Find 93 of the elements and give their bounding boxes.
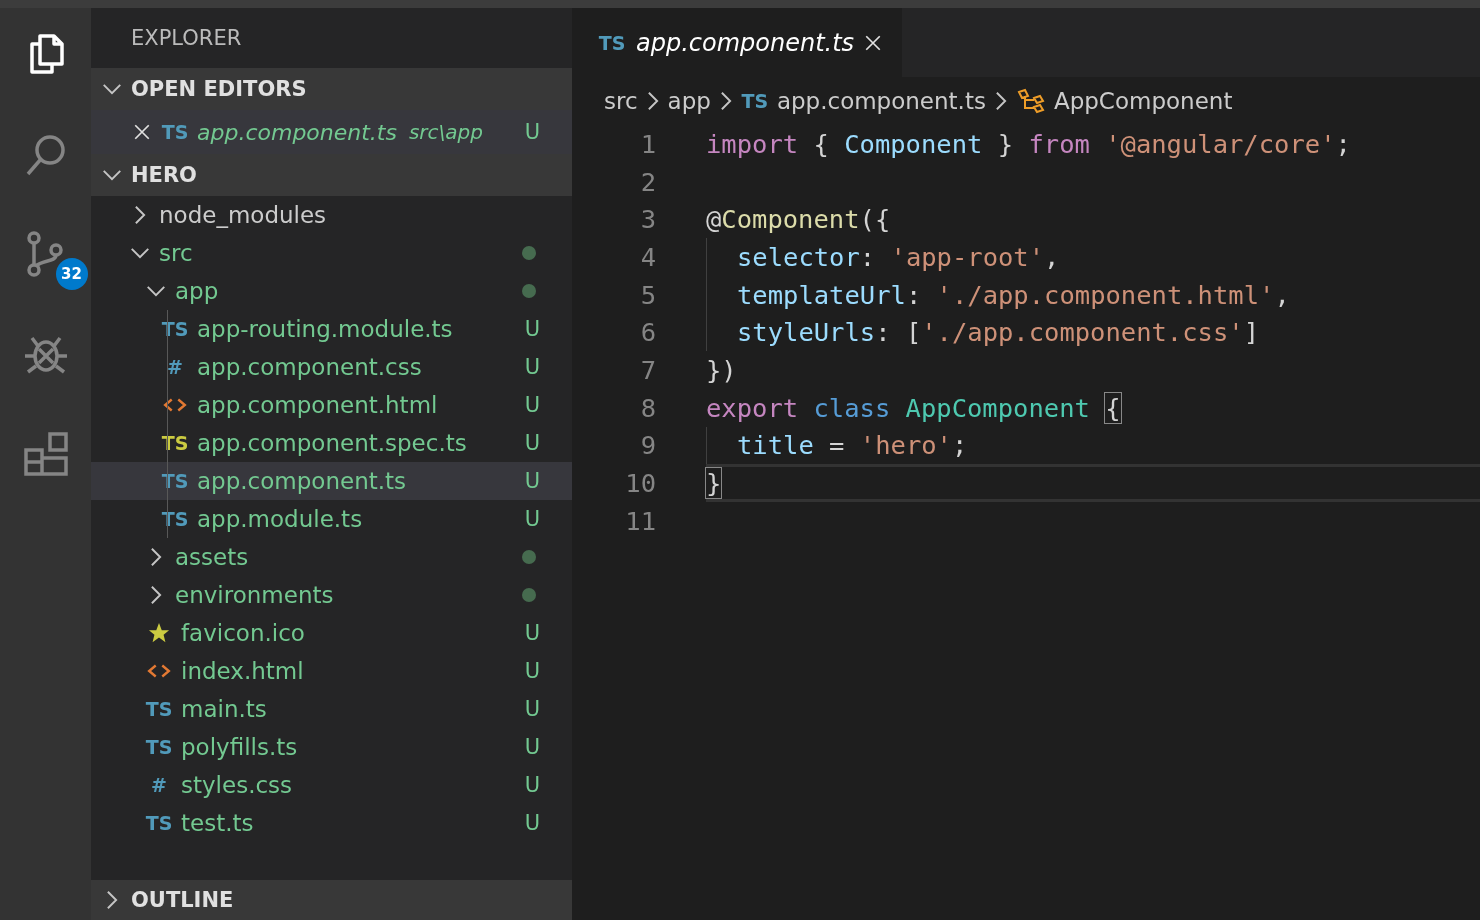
file-name: app.component.ts <box>197 119 397 145</box>
git-status: U <box>524 659 540 683</box>
breadcrumb[interactable]: app.component.ts <box>776 88 986 114</box>
file-name: app.component.html <box>197 392 438 418</box>
ts-icon: TS <box>598 31 626 54</box>
ts-icon: TS <box>145 736 173 758</box>
line-number: 5 <box>639 279 656 310</box>
code-line: }) <box>706 354 737 385</box>
code-line: @Component({ <box>706 204 891 235</box>
chevron-right-icon <box>993 90 1008 112</box>
file-name: app.component.spec.ts <box>197 430 467 456</box>
star-icon <box>147 622 171 644</box>
ts-icon: TS <box>161 121 189 143</box>
file-row[interactable]: # app.component.css U <box>91 348 572 386</box>
folder-row[interactable]: assets <box>91 538 572 576</box>
file-row[interactable]: # styles.css U <box>91 766 572 804</box>
folder-row[interactable]: src <box>91 234 572 272</box>
file-name: main.ts <box>181 696 267 722</box>
file-row[interactable]: index.html U <box>91 652 572 690</box>
sidebar-title: EXPLORER <box>131 26 242 50</box>
chevron-right-icon <box>645 90 660 112</box>
line-number: 1 <box>639 128 656 159</box>
git-status: U <box>524 811 540 835</box>
folder-name: app <box>175 278 219 304</box>
folder-row[interactable]: app <box>91 272 572 310</box>
folder-name: assets <box>175 544 249 570</box>
git-status: U <box>524 621 540 645</box>
class-symbol-icon <box>1015 88 1046 114</box>
git-status: U <box>524 507 540 531</box>
file-name: index.html <box>181 658 304 684</box>
code-line: selector: 'app-root', <box>737 241 1060 272</box>
file-row[interactable]: favicon.ico U <box>91 614 572 652</box>
folder-row[interactable]: node_modules <box>91 196 572 234</box>
file-name: app-routing.module.ts <box>197 316 453 342</box>
file-row[interactable]: TS test.ts U <box>91 804 572 842</box>
git-status: U <box>524 120 540 144</box>
folder-name: node_modules <box>159 202 327 228</box>
folder-row[interactable]: environments <box>91 576 572 614</box>
close-icon[interactable] <box>864 33 883 52</box>
section-title: OUTLINE <box>131 888 234 912</box>
code-line: export class AppComponent { <box>706 392 1121 423</box>
section-title: HERO <box>131 163 197 187</box>
file-name: favicon.ico <box>181 620 305 646</box>
git-status: U <box>524 317 540 341</box>
code-line: } <box>706 468 722 499</box>
git-status: U <box>524 431 540 455</box>
ts-icon: TS <box>145 698 173 720</box>
line-number: 11 <box>624 505 656 536</box>
code-line: templateUrl: './app.component.html', <box>737 279 1290 310</box>
file-row[interactable]: TS main.ts U <box>91 690 572 728</box>
line-number: 9 <box>639 430 656 461</box>
section-title: OPEN EDITORS <box>131 77 307 101</box>
line-number: 4 <box>639 241 656 272</box>
ts-icon: TS <box>145 812 173 834</box>
file-name: test.ts <box>181 810 254 836</box>
file-name: app.module.ts <box>197 506 363 532</box>
chevron-right-icon <box>718 90 733 112</box>
code-line: import { Component } from '@angular/core'; <box>706 128 1351 159</box>
git-status: U <box>524 773 540 797</box>
file-name: styles.css <box>181 772 293 798</box>
folder-name: src <box>159 240 193 266</box>
breadcrumb[interactable]: src <box>604 88 638 114</box>
file-row[interactable]: app.component.html U <box>91 386 572 424</box>
close-icon[interactable] <box>133 123 151 141</box>
git-status: U <box>524 469 540 493</box>
git-status: U <box>524 393 540 417</box>
file-name: app.component.ts <box>197 468 407 494</box>
line-number: 7 <box>639 354 656 385</box>
file-row[interactable]: TS polyfills.ts U <box>91 728 572 766</box>
editor-tab[interactable]: TS app.component.ts <box>572 8 903 77</box>
open-editor-row[interactable]: TS app.component.ts src\app U <box>91 110 572 154</box>
line-number: 3 <box>639 204 656 235</box>
line-number: 8 <box>639 392 656 423</box>
hash-icon: # <box>145 774 173 796</box>
count-badge: 32 <box>55 258 88 290</box>
file-name: polyfills.ts <box>181 734 298 760</box>
section-header[interactable]: OUTLINE <box>91 880 572 920</box>
extensions-icon[interactable] <box>21 430 70 478</box>
hash-icon: # <box>161 356 189 378</box>
file-path: src\app <box>408 120 483 144</box>
breadcrumb[interactable]: AppComponent <box>1053 88 1233 114</box>
ts-icon: TS <box>740 90 769 112</box>
line-number: 6 <box>639 317 656 348</box>
breadcrumb[interactable]: app <box>667 88 711 114</box>
line-number: 10 <box>624 468 656 499</box>
code-line: styleUrls: ['./app.component.css'] <box>737 317 1259 348</box>
file-name: app.component.css <box>197 354 422 380</box>
git-status: U <box>524 697 540 721</box>
line-number: 2 <box>639 166 656 197</box>
code-line: title = 'hero'; <box>737 430 968 461</box>
git-status: U <box>524 735 540 759</box>
git-status: U <box>524 355 540 379</box>
folder-name: environments <box>175 582 334 608</box>
